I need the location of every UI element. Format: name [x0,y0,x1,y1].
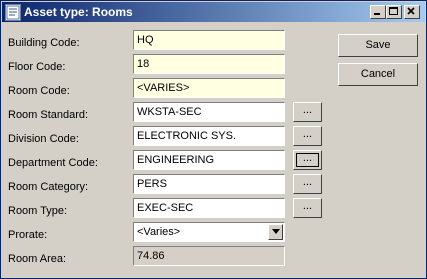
prorate-selected-value: <Varies> [137,226,181,238]
save-button[interactable]: Save [338,34,418,57]
room-standard-field[interactable]: WKSTA-SEC [133,102,285,122]
room-type-label: Room Type: [8,205,68,217]
app-icon [5,4,21,21]
close-button[interactable] [404,5,420,19]
dialog-body: Building Code: HQ Floor Code: 18 Room Co… [2,23,425,277]
building-code-label: Building Code: [8,37,80,49]
room-category-field[interactable]: PERS [133,174,285,194]
close-icon [407,7,415,15]
room-type-field[interactable]: EXEC-SEC [133,198,285,218]
dialog-window: Asset type: Rooms Building Code: HQ Floo… [0,0,427,279]
department-code-field[interactable]: ENGINEERING [133,150,285,170]
floor-code-label: Floor Code: [8,61,66,73]
window-title: Asset type: Rooms [24,5,133,19]
cancel-button[interactable]: Cancel [338,63,418,86]
room-type-lookup-button[interactable]: ... [293,198,322,218]
prorate-dropdown-button[interactable] [268,224,283,240]
minimize-icon [374,13,380,15]
room-category-label: Room Category: [8,181,89,193]
room-standard-lookup-button[interactable]: ... [293,102,322,122]
prorate-label: Prorate: [8,229,48,241]
department-code-lookup-button[interactable]: ... [293,150,322,170]
building-code-field[interactable]: HQ [133,30,285,50]
chevron-down-icon [271,229,280,234]
division-code-lookup-button[interactable]: ... [293,126,322,146]
maximize-icon [389,7,398,15]
room-code-field[interactable]: <VARIES> [133,78,285,98]
minimize-button[interactable] [370,5,386,19]
division-code-field[interactable]: ELECTRONIC SYS. [133,126,285,146]
prorate-select[interactable]: <Varies> [133,222,285,242]
room-area-field: 74.86 [133,246,285,266]
division-code-label: Division Code: [8,133,79,145]
department-code-label: Department Code: [8,157,98,169]
floor-code-field[interactable]: 18 [133,54,285,74]
room-area-label: Room Area: [8,253,67,265]
maximize-button[interactable] [386,5,402,19]
room-category-lookup-button[interactable]: ... [293,174,322,194]
room-standard-label: Room Standard: [8,109,89,121]
room-code-label: Room Code: [8,85,70,97]
title-bar[interactable]: Asset type: Rooms [2,2,425,22]
